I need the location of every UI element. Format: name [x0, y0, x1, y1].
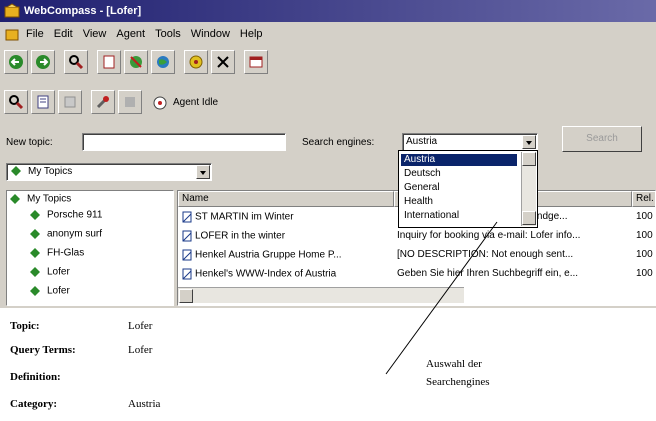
annotation-line-2: Searchengines: [426, 376, 490, 388]
annotation-line-1: Auswahl der: [426, 358, 482, 370]
annotation-pointer-line: [385, 221, 498, 375]
